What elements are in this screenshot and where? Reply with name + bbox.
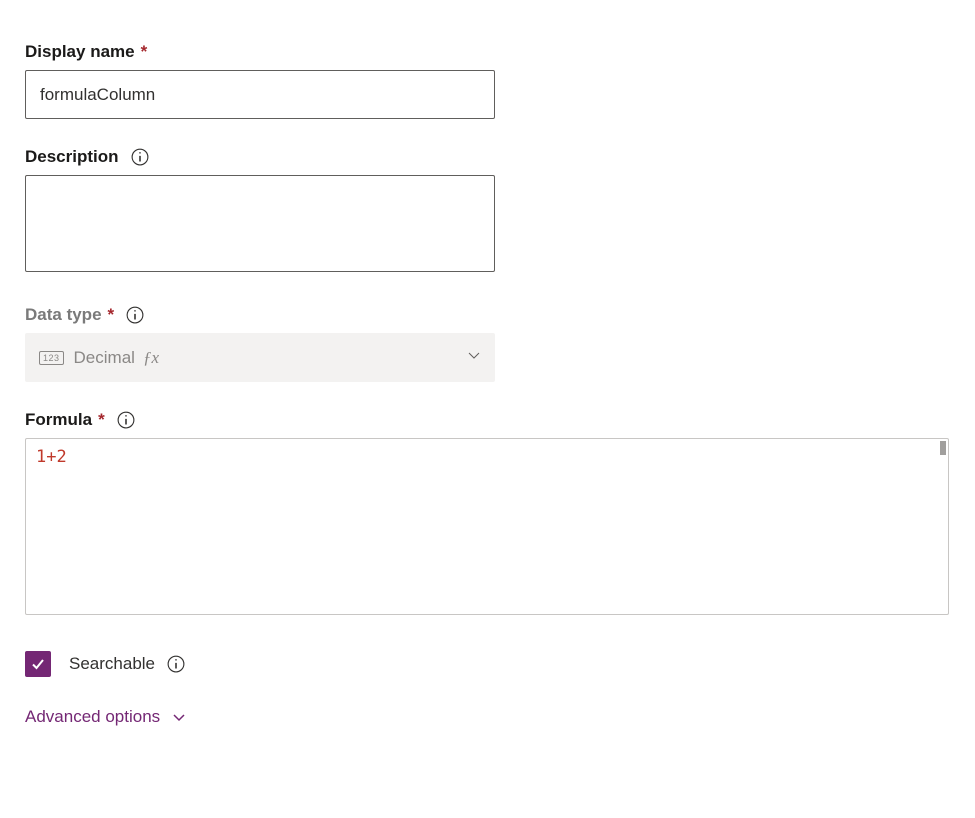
fx-icon: ƒx	[143, 348, 159, 368]
data-type-label-text: Data type	[25, 305, 102, 325]
display-name-label-text: Display name	[25, 42, 135, 62]
info-icon[interactable]	[131, 148, 149, 166]
advanced-options-link[interactable]: Advanced options	[25, 707, 186, 727]
required-asterisk: *	[108, 305, 115, 325]
formula-label-text: Formula	[25, 410, 92, 430]
required-asterisk: *	[141, 42, 148, 62]
info-icon[interactable]	[167, 655, 185, 673]
required-asterisk: *	[98, 410, 105, 430]
number-type-icon: 123	[39, 351, 64, 365]
data-type-field: Data type * 123 Decimal ƒx	[25, 305, 950, 382]
description-input[interactable]	[25, 175, 495, 272]
data-type-dropdown[interactable]: 123 Decimal ƒx	[25, 333, 495, 382]
display-name-field: Display name *	[25, 42, 950, 119]
data-type-selected: Decimal ƒx	[74, 348, 467, 368]
description-label: Description	[25, 147, 950, 167]
info-icon[interactable]	[117, 411, 135, 429]
searchable-label: Searchable	[69, 654, 155, 674]
formula-token-number: 1	[36, 447, 46, 467]
display-name-label: Display name *	[25, 42, 950, 62]
formula-editor[interactable]: 1+2	[25, 438, 949, 615]
formula-label: Formula *	[25, 410, 950, 430]
description-label-text: Description	[25, 147, 119, 167]
info-icon[interactable]	[126, 306, 144, 324]
formula-token-number: 2	[57, 447, 67, 467]
data-type-label: Data type *	[25, 305, 950, 325]
display-name-input[interactable]	[25, 70, 495, 119]
searchable-row: Searchable	[25, 651, 950, 677]
chevron-down-icon	[172, 710, 186, 724]
formula-field: Formula * 1+2	[25, 410, 950, 615]
formula-token-operator: +	[46, 447, 56, 467]
description-field: Description	[25, 147, 950, 277]
advanced-options-label: Advanced options	[25, 707, 160, 727]
searchable-checkbox[interactable]	[25, 651, 51, 677]
chevron-down-icon	[467, 348, 481, 367]
